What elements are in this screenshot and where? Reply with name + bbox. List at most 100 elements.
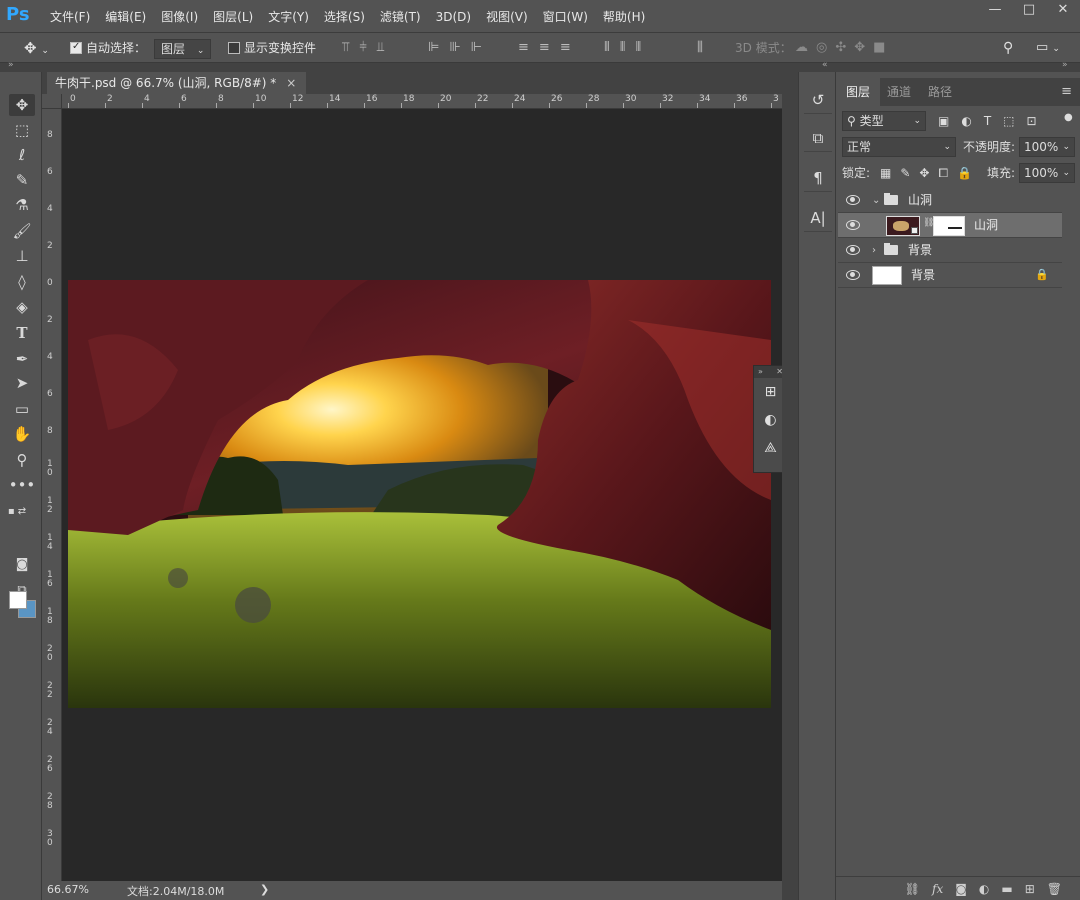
distribute-left-icon[interactable]: ⦀ [604,40,620,55]
stamp-tool-icon[interactable]: ⊥ [9,245,35,267]
layer-comps-icon[interactable]: ⧉ [804,124,832,152]
visibility-eye-icon[interactable] [846,269,860,280]
group-collapsed-icon[interactable]: › [872,238,876,263]
menu-select[interactable]: 选择(S) [324,8,365,25]
menu-layer[interactable]: 图层(L) [213,8,253,25]
layer-group-cave[interactable]: ⌄ 山洞 [838,188,1062,213]
show-transform-checkbox[interactable]: 显示变换控件 [228,33,316,63]
distribute-bottom-icon[interactable]: ≡ [560,40,581,55]
collapse-dock-icon[interactable]: « [822,60,828,70]
distribute-top-icon[interactable]: ≡ [518,40,539,55]
close-tab-icon[interactable]: × [286,76,296,90]
3d-drag-icon[interactable]: ✣ [835,40,854,55]
history-icon[interactable]: ↺ [804,86,832,114]
filter-shape-icon[interactable]: ⬚ [1003,114,1026,128]
3d-rotate-icon[interactable]: ☁ [795,40,816,55]
layer-thumbnail[interactable] [886,216,920,236]
menu-filter[interactable]: 滤镜(T) [380,8,421,25]
filter-kind-dropdown[interactable]: ⚲ 类型 ⌄ [842,111,926,131]
lock-transparent-icon[interactable]: ▦ [880,166,900,180]
close-button[interactable]: ✕ [1046,0,1080,22]
hand-tool-icon[interactable]: ✋ [9,423,35,445]
layer-background[interactable]: 背景 🔒 [838,263,1062,288]
link-icon[interactable]: ⛓ [905,882,920,896]
paragraph-icon[interactable]: ¶ [804,164,832,192]
layer-group-background[interactable]: › 背景 [838,238,1062,263]
expand-icon[interactable]: » [758,366,763,378]
folder-icon[interactable]: ▬ [1001,882,1012,896]
workspace-icon[interactable]: ▭ ⌄ [1036,33,1060,63]
reset-colors-icon[interactable]: ▪ ⇄ [4,500,30,522]
visibility-eye-icon[interactable] [846,194,860,205]
align-hcenter-icon[interactable]: ⊪ [449,40,470,55]
menu-image[interactable]: 图像(I) [161,8,198,25]
auto-align-icon[interactable]: ⫼ [697,33,703,63]
menu-view[interactable]: 视图(V) [486,8,528,25]
align-bottom-icon[interactable]: ⫫ [377,40,394,55]
minimize-button[interactable]: — [978,0,1012,22]
new-layer-icon[interactable]: ⊞ [1025,882,1035,896]
lock-pixels-icon[interactable]: ✎ [900,166,919,180]
visibility-eye-icon[interactable] [846,219,860,230]
auto-select-target-dropdown[interactable]: 图层 ⌄ [154,38,212,59]
fill-input[interactable]: 100% ⌄ [1019,163,1075,183]
tab-paths[interactable]: 路径 [918,78,962,106]
move-tool-icon[interactable]: ✥ [9,94,35,116]
ruler-origin[interactable] [42,94,62,109]
filter-toggle-icon[interactable]: ● [1064,108,1073,128]
move-tool-icon[interactable]: ✥ ⌄ [24,33,49,63]
marquee-tool-icon[interactable]: ⬚ [9,119,35,141]
trash-icon[interactable]: 🗑 [1047,882,1062,896]
character-icon[interactable]: A| [804,204,832,232]
distribute-hcenter-icon[interactable]: ⦀ [620,40,636,55]
layer-mask-thumbnail[interactable] [933,216,965,236]
lock-position-icon[interactable]: ✥ [919,166,938,180]
layer-cave[interactable]: ⛓ 山洞 [838,213,1062,238]
vertical-ruler[interactable]: 8642024681012141618202224262830 [42,109,62,881]
filter-pixel-icon[interactable]: ▣ [938,114,961,128]
lock-all-icon[interactable]: 🔒 [957,166,981,180]
menu-type[interactable]: 文字(Y) [268,8,309,25]
menu-help[interactable]: 帮助(H) [603,8,645,25]
group-expanded-icon[interactable]: ⌄ [872,188,880,213]
menu-window[interactable]: 窗口(W) [543,8,588,25]
filter-type-icon[interactable]: T [984,114,1003,128]
distribute-right-icon[interactable]: ⦀ [635,40,651,55]
filter-smart-icon[interactable]: ⊡ [1027,114,1049,128]
panel-menu-icon[interactable]: ≡ [1061,84,1072,99]
horizontal-ruler[interactable]: 0 2 4 6 8 10 12 14 16 18 20 22 24 26 28 30 32 34 36 3 [62,94,782,109]
mask-icon[interactable]: ◙ [955,882,967,896]
quick-mask-icon[interactable]: ◙ [9,553,35,575]
rectangle-tool-icon[interactable]: ▭ [9,398,35,420]
fx-icon[interactable]: fx [932,882,943,896]
document-artwork[interactable] [68,280,771,708]
maximize-button[interactable]: □ [1012,0,1046,22]
more-tools-icon[interactable]: ••• [9,474,36,496]
layer-thumbnail[interactable] [872,266,902,285]
eraser-tool-icon[interactable]: ◊ [9,271,35,293]
tab-channels[interactable]: 通道 [877,78,921,106]
adjustment-icon[interactable]: ◐ [979,882,989,896]
3d-slide-icon[interactable]: ✥ [854,40,873,55]
foreground-color-swatch[interactable] [9,591,27,609]
3d-roll-icon[interactable]: ◎ [816,40,835,55]
distribute-vcenter-icon[interactable]: ≡ [539,40,560,55]
align-right-icon[interactable]: ⊩ [471,40,492,55]
quick-select-tool-icon[interactable]: ✎ [9,169,35,191]
menu-edit[interactable]: 编辑(E) [105,8,146,25]
tab-layers[interactable]: 图层 [836,78,881,106]
document-tab[interactable]: 牛肉干.psd @ 66.7% (山洞, RGB/8#) * × [47,72,307,94]
type-tool-icon[interactable]: T [9,322,35,344]
zoom-tool-icon[interactable]: ⚲ [9,449,35,471]
lasso-tool-icon[interactable]: ℓ [9,144,35,166]
eyedropper-tool-icon[interactable]: ⚗ [9,194,35,216]
collapse-panels-icon[interactable]: » [1062,60,1068,70]
zoom-level[interactable]: 66.67% [47,883,89,896]
visibility-eye-icon[interactable] [846,244,860,255]
path-select-tool-icon[interactable]: ➤ [9,372,35,394]
menu-3d[interactable]: 3D(D) [436,10,471,24]
vertical-scrollbar[interactable] [782,94,798,900]
filter-adjustment-icon[interactable]: ◐ [961,114,983,128]
menu-file[interactable]: 文件(F) [50,8,90,25]
pen-tool-icon[interactable]: ✒ [9,348,35,370]
